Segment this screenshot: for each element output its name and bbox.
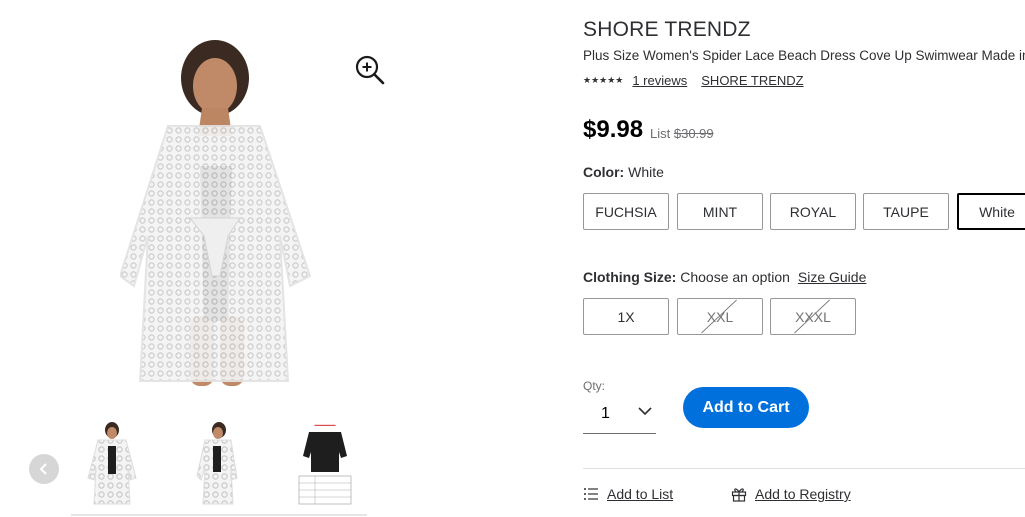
thumbnail-2[interactable]: [175, 418, 259, 510]
add-to-registry-action[interactable]: Add to Registry: [731, 486, 851, 502]
color-label-row: Color: White: [583, 164, 664, 180]
reviews-link[interactable]: 1 reviews: [632, 73, 687, 88]
divider: [583, 468, 1025, 469]
svg-text:━━━━━━━: ━━━━━━━: [313, 423, 336, 429]
list-price: $30.99: [673, 126, 714, 141]
thumbnail-scroll-track: [71, 514, 367, 516]
color-option-mint[interactable]: MINT: [677, 193, 763, 230]
list-icon: [584, 488, 598, 500]
chevron-down-icon: [638, 407, 652, 416]
add-to-list-action[interactable]: Add to List: [583, 486, 673, 502]
size-label: Clothing Size:: [583, 269, 677, 285]
gift-icon: [731, 488, 747, 502]
product-main-image[interactable]: [118, 36, 335, 404]
size-option-xxl[interactable]: XXL: [677, 298, 763, 335]
qty-label: Qty:: [583, 379, 606, 393]
size-option-label: XXL: [706, 308, 734, 325]
size-option-label: XXXL: [795, 308, 831, 325]
rating-row: ★★★★★ 1 reviews SHORE TRENDZ: [583, 73, 804, 88]
color-option-taupe[interactable]: TAUPE: [863, 193, 949, 230]
list-price-row: List $30.99: [650, 126, 714, 141]
size-guide-link[interactable]: Size Guide: [798, 269, 866, 285]
current-price: $9.98: [583, 116, 644, 143]
thumbnail-1[interactable]: [70, 418, 154, 510]
qty-select[interactable]: 1: [583, 395, 656, 434]
size-option-label: 1X: [617, 308, 635, 325]
qty-value: 1: [601, 405, 610, 422]
size-option-xxxl[interactable]: XXXL: [770, 298, 856, 335]
brand-name: SHORE TRENDZ: [583, 18, 751, 41]
add-to-cart-button[interactable]: Add to Cart: [683, 387, 809, 428]
add-to-list-link[interactable]: Add to List: [607, 486, 673, 502]
product-title: Plus Size Women's Spider Lace Beach Dres…: [583, 48, 1025, 63]
brand-link[interactable]: SHORE TRENDZ: [701, 73, 803, 88]
color-option-royal[interactable]: ROYAL: [770, 193, 856, 230]
color-option-fuchsia[interactable]: FUCHSIA: [583, 193, 669, 230]
chevron-left-icon[interactable]: [29, 454, 59, 484]
list-price-label: List: [650, 126, 671, 141]
size-prompt: Choose an option: [680, 269, 790, 285]
thumbnail-3[interactable]: ━━━━━━━: [283, 418, 367, 510]
zoom-in-icon[interactable]: [352, 52, 388, 88]
star-rating: ★★★★★: [583, 75, 624, 85]
color-selected: White: [628, 164, 664, 180]
color-option-white[interactable]: White: [957, 193, 1025, 230]
color-label: Color:: [583, 164, 625, 180]
size-option-1x[interactable]: 1X: [583, 298, 669, 335]
size-label-row: Clothing Size: Choose an option Size Gui…: [583, 269, 866, 285]
add-to-registry-link[interactable]: Add to Registry: [755, 486, 851, 502]
